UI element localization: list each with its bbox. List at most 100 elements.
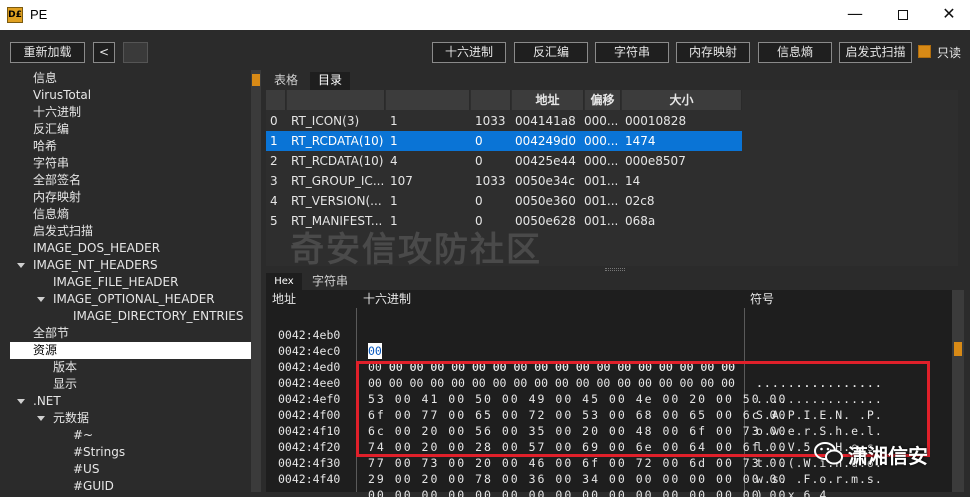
tree-item-directory-entries[interactable]: IMAGE_DIRECTORY_ENTRIES bbox=[73, 308, 244, 325]
wechat-label: 潇湘信安 bbox=[848, 444, 928, 468]
tree-item-file-header[interactable]: IMAGE_FILE_HEADER bbox=[53, 274, 178, 291]
tree-item-dos-header[interactable]: IMAGE_DOS_HEADER bbox=[33, 240, 160, 257]
hex-bytes: 29 00 20 00 78 00 36 00 34 00 00 00 00 0… bbox=[368, 472, 788, 486]
cell-offset: 001... bbox=[584, 214, 619, 228]
cell-index: 3 bbox=[270, 174, 278, 188]
column-header[interactable] bbox=[287, 90, 385, 110]
wechat-icon bbox=[814, 442, 843, 465]
cell-type: RT_GROUP_IC... bbox=[291, 174, 384, 188]
column-header-size[interactable]: 大小 bbox=[622, 90, 742, 110]
tree-item-info[interactable]: 信息 bbox=[33, 70, 57, 87]
tree-item-heuristic-scan[interactable]: 启发式扫描 bbox=[33, 223, 93, 240]
cell-offset: 000... bbox=[584, 134, 619, 148]
cell-address: 00425e44 bbox=[515, 154, 576, 168]
table-row-selected[interactable]: 1 RT_RCDATA(10) 1 0 004249d0 000... 1474 bbox=[266, 131, 742, 151]
tree-item-optional-header[interactable]: IMAGE_OPTIONAL_HEADER bbox=[53, 291, 215, 308]
cell-count: 107 bbox=[390, 174, 413, 188]
tree-scrollbar[interactable] bbox=[251, 70, 261, 492]
readonly-checkbox[interactable] bbox=[918, 45, 931, 58]
hex-row[interactable]: 0042:4eb0 00 00 00 00 00 00 00 00 00 00 … bbox=[266, 311, 958, 390]
tree-item-virustotal[interactable]: VirusTotal bbox=[33, 87, 91, 104]
tree-item-nt-headers[interactable]: IMAGE_NT_HEADERS bbox=[33, 257, 158, 274]
tree-item-resources[interactable]: 资源 bbox=[10, 342, 251, 359]
app-icon: D£ bbox=[7, 7, 23, 23]
column-header[interactable] bbox=[386, 90, 470, 110]
navigation-tree: 信息 VirusTotal 十六进制 反汇编 哈希 字符串 全部签名 内存映射 … bbox=[10, 70, 251, 492]
hex-button[interactable]: 十六进制 bbox=[432, 42, 506, 63]
table-row[interactable]: 0 RT_ICON(3) 1 1033 004141a8 000... 0001… bbox=[266, 111, 742, 131]
tree-item-strings[interactable]: 字符串 bbox=[33, 155, 69, 172]
cell-offset: 001... bbox=[584, 194, 619, 208]
tree-item-dotnet[interactable]: .NET bbox=[33, 393, 61, 410]
tree-item-sections[interactable]: 全部节 bbox=[33, 325, 69, 342]
back-button[interactable]: < bbox=[93, 42, 115, 63]
tree-item-metadata[interactable]: 元数据 bbox=[53, 410, 89, 427]
tab-directory[interactable]: 目录 bbox=[310, 72, 350, 90]
memory-map-button[interactable]: 内存映射 bbox=[676, 42, 750, 63]
hex-header-address: 地址 bbox=[272, 292, 297, 306]
tab-hex[interactable]: Hex bbox=[266, 273, 302, 291]
disassembly-button[interactable]: 反汇编 bbox=[514, 42, 588, 63]
strings-button[interactable]: 字符串 bbox=[595, 42, 669, 63]
hex-address: 0042:4f40 bbox=[278, 472, 341, 486]
forward-button[interactable] bbox=[123, 42, 148, 63]
cell-type: RT_RCDATA(10) bbox=[291, 154, 384, 168]
tree-item-entropy[interactable]: 信息熵 bbox=[33, 206, 69, 223]
tree-item-disassembly[interactable]: 反汇编 bbox=[33, 121, 69, 138]
cell-offset: 000... bbox=[584, 154, 619, 168]
table-row[interactable]: 4 RT_VERSION(... 1 0 0050e360 001... 02c… bbox=[266, 191, 742, 211]
tree-item-memory-map[interactable]: 内存映射 bbox=[33, 189, 81, 206]
reload-button[interactable]: 重新加载 bbox=[10, 42, 85, 63]
tree-item-manifest[interactable]: 显示 bbox=[53, 376, 77, 393]
hex-row[interactable]: 0042:4ed0 00 00 00 00 00 00 00 00 00 00 … bbox=[266, 343, 958, 406]
hex-scrollbar[interactable] bbox=[952, 290, 964, 492]
tree-item-signatures[interactable]: 全部签名 bbox=[33, 172, 81, 189]
cell-offset: 000... bbox=[584, 114, 619, 128]
cell-size: 14 bbox=[625, 174, 641, 188]
table-row[interactable]: 2 RT_RCDATA(10) 4 0 00425e44 000... 000e… bbox=[266, 151, 742, 171]
tree-item-hash[interactable]: 哈希 bbox=[33, 138, 57, 155]
minimize-button[interactable]: — bbox=[832, 0, 878, 30]
cell-type: RT_ICON(3) bbox=[291, 114, 360, 128]
cell-size: 1474 bbox=[625, 134, 656, 148]
cell-size: 000e8507 bbox=[625, 154, 686, 168]
cell-address: 0050e34c bbox=[515, 174, 575, 188]
expand-caret-icon[interactable] bbox=[17, 263, 25, 268]
column-header-address[interactable]: 地址 bbox=[512, 90, 584, 110]
expand-caret-icon[interactable] bbox=[17, 399, 25, 404]
tree-item-strings-stream[interactable]: #Strings bbox=[73, 444, 125, 461]
close-button[interactable]: ✕ bbox=[926, 0, 970, 30]
lower-tab-bar: Hex 字符串 bbox=[266, 273, 958, 291]
tree-item-us-stream[interactable]: #US bbox=[73, 461, 99, 478]
cell-size: 02c8 bbox=[625, 194, 655, 208]
heuristic-scan-button[interactable]: 启发式扫描 bbox=[839, 42, 912, 63]
cell-index: 2 bbox=[270, 154, 278, 168]
cell-index: 1 bbox=[270, 134, 278, 148]
column-header-offset[interactable]: 偏移 bbox=[585, 90, 621, 110]
column-header[interactable] bbox=[266, 90, 286, 110]
tab-strings[interactable]: 字符串 bbox=[306, 273, 354, 291]
entropy-button[interactable]: 信息熵 bbox=[758, 42, 832, 63]
pane-splitter-handle[interactable] bbox=[605, 268, 625, 271]
maximize-button[interactable] bbox=[880, 0, 926, 30]
table-row[interactable]: 3 RT_GROUP_IC... 107 1033 0050e34c 001..… bbox=[266, 171, 742, 191]
hex-bytes: 00 00 00 00 00 00 00 00 00 00 00 00 00 0… bbox=[368, 488, 788, 497]
expand-caret-icon[interactable] bbox=[37, 416, 45, 421]
tree-item-tilde-stream[interactable]: #~ bbox=[73, 427, 93, 444]
readonly-label: 只读 bbox=[937, 46, 962, 60]
window-title: PE bbox=[30, 7, 48, 22]
cell-address: 004141a8 bbox=[515, 114, 576, 128]
tree-item-guid-stream[interactable]: #GUID bbox=[73, 478, 114, 492]
wechat-watermark: 潇湘信安 bbox=[812, 436, 932, 472]
hex-scroll-thumb[interactable] bbox=[954, 342, 962, 356]
cell-index: 5 bbox=[270, 214, 278, 228]
cell-size: 00010828 bbox=[625, 114, 687, 128]
tree-item-version[interactable]: 版本 bbox=[53, 359, 77, 376]
tree-item-hex[interactable]: 十六进制 bbox=[33, 104, 81, 121]
column-header[interactable] bbox=[471, 90, 511, 110]
expand-caret-icon[interactable] bbox=[37, 297, 45, 302]
tree-scroll-thumb[interactable] bbox=[252, 74, 260, 86]
hex-row[interactable]: 0042:4ec0 00 00 00 00 00 00 00 00 00 00 … bbox=[266, 327, 958, 390]
cell-offset: 001... bbox=[584, 174, 619, 188]
tab-table[interactable]: 表格 bbox=[266, 72, 306, 90]
